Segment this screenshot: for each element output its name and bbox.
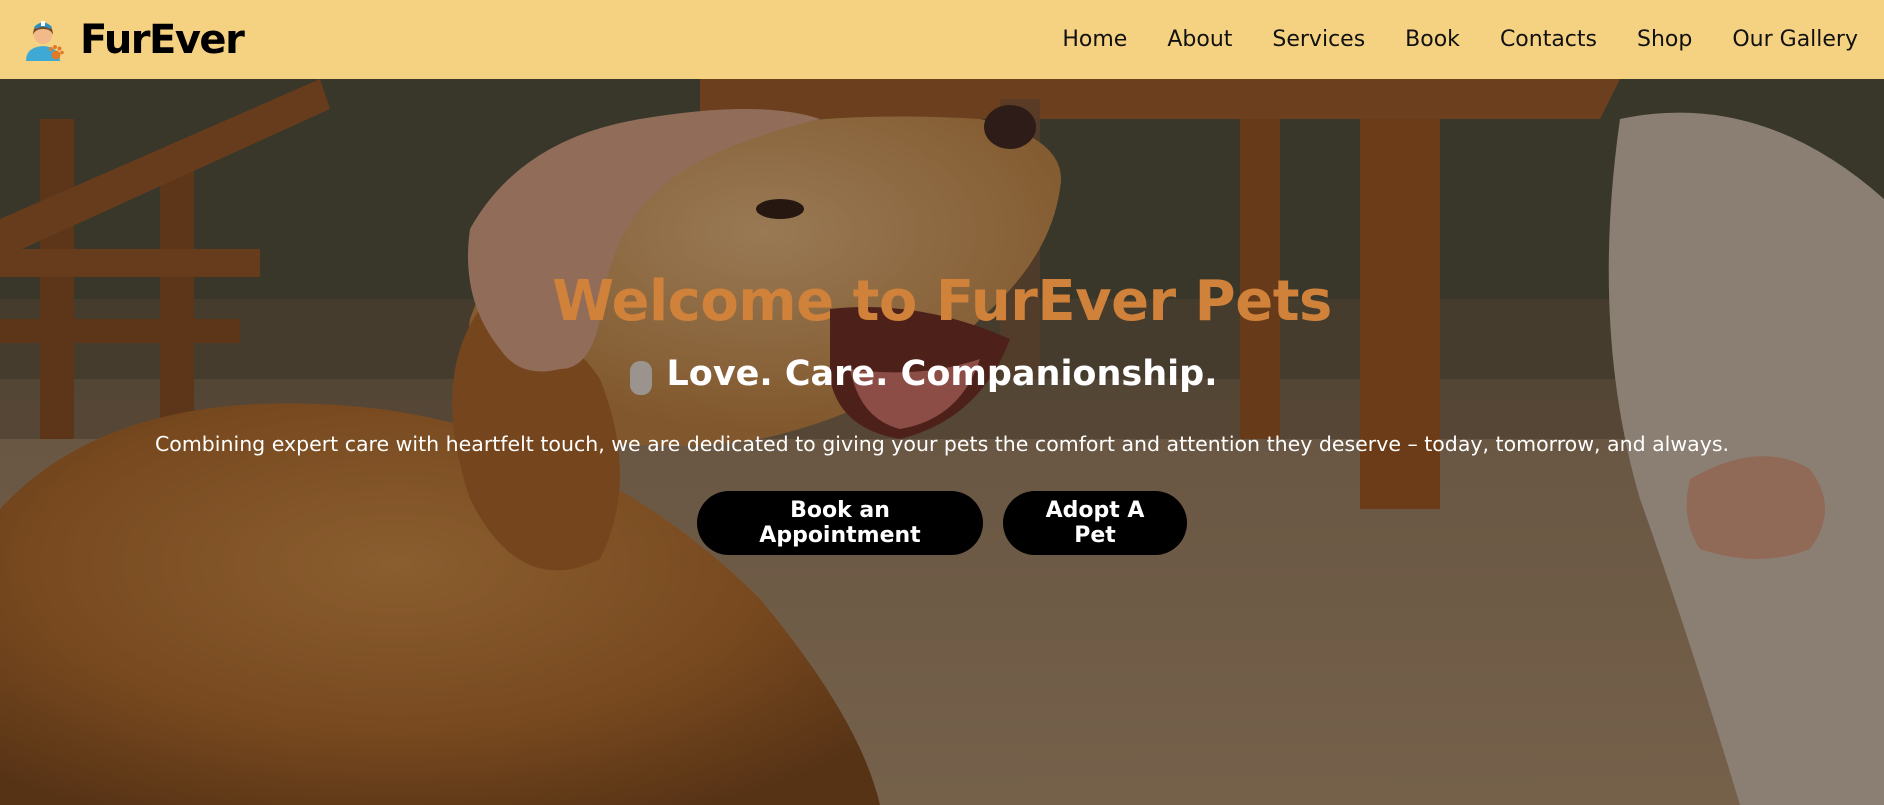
nav-book[interactable]: Book <box>1405 27 1460 52</box>
hero-actions: Book an Appointment Adopt A Pet <box>0 491 1884 555</box>
brand[interactable]: FurEver <box>20 16 245 63</box>
site-header: FurEver Home About Services Book Contact… <box>0 0 1884 79</box>
vet-with-paw-icon <box>26 20 64 61</box>
main-nav: Home About Services Book Contacts Shop O… <box>1062 27 1858 52</box>
hero-section: Welcome to FurEver Pets Love. Care. Comp… <box>0 79 1884 805</box>
nav-our-gallery[interactable]: Our Gallery <box>1732 27 1858 52</box>
hero-description: Combining expert care with heartfelt tou… <box>154 432 1730 456</box>
brand-name: FurEver <box>80 16 245 63</box>
adopt-pet-button[interactable]: Adopt A Pet <box>1003 491 1187 555</box>
hero-subtitle: Love. Care. Companionship. <box>666 354 1218 394</box>
nav-services[interactable]: Services <box>1272 27 1365 52</box>
hero-title: Welcome to FurEver Pets <box>552 269 1332 334</box>
nav-about[interactable]: About <box>1167 27 1232 52</box>
nav-home[interactable]: Home <box>1062 27 1127 52</box>
nav-shop[interactable]: Shop <box>1637 27 1692 52</box>
book-appointment-button[interactable]: Book an Appointment <box>697 491 983 555</box>
nav-contacts[interactable]: Contacts <box>1500 27 1597 52</box>
